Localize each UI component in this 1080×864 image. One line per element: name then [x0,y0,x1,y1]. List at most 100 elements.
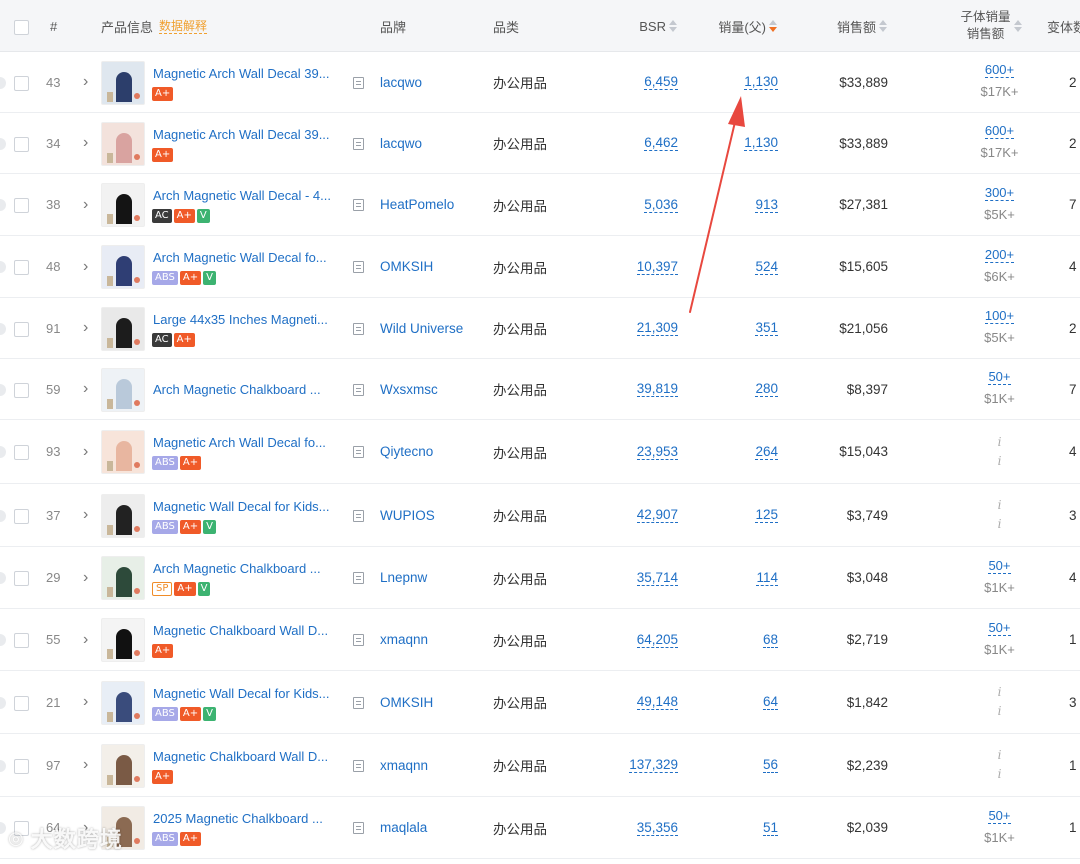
row-checkbox[interactable] [14,571,29,586]
sales-volume-link[interactable]: 351 [755,320,778,336]
row-checkbox[interactable] [14,260,29,275]
table-row[interactable]: 21 › Magnetic Wall Decal for Kids... ABS… [0,671,1080,734]
row-checkbox[interactable] [14,695,29,711]
sort-desc-icon[interactable] [769,20,777,32]
bsr-link[interactable]: 64,205 [636,632,678,648]
child-sales-volume[interactable]: 600+ [984,63,1015,78]
sales-volume-cell[interactable]: 56 [700,734,778,796]
row-checkbox[interactable] [14,75,29,91]
product-title-link[interactable]: Large 44x35 Inches Magneti... [153,312,328,327]
sales-volume-link[interactable]: 68 [762,632,778,648]
info-icon[interactable]: i [998,765,1002,784]
product-title-link[interactable]: Arch Magnetic Chalkboard ... [153,382,321,397]
table-row[interactable]: 34 › Magnetic Arch Wall Decal 39... A+ l… [0,113,1080,174]
info-icon[interactable]: i [998,433,1002,452]
info-icon[interactable]: i [998,496,1002,515]
product-thumbnail[interactable] [101,556,145,600]
row-checkbox[interactable] [14,758,29,774]
bsr-link[interactable]: 6,459 [644,74,678,90]
bsr-link[interactable]: 137,329 [629,757,678,773]
bsr-link[interactable]: 49,148 [636,694,678,710]
sales-volume-link[interactable]: 280 [755,381,778,397]
bsr-cell[interactable]: 35,714 [600,547,678,608]
product-title-link[interactable]: Arch Magnetic Chalkboard ... [153,561,321,576]
brand-cell[interactable]: lacqwo [380,113,422,173]
chevron-right-icon[interactable]: › [83,693,88,711]
product-title-link[interactable]: Magnetic Chalkboard Wall D... [153,749,328,764]
document-icon[interactable] [353,509,364,522]
chevron-right-icon[interactable]: › [83,631,88,649]
product-thumbnail[interactable] [101,680,145,725]
table-row[interactable]: 64 › 2025 Magnetic Chalkboard ... ABS A+ … [0,797,1080,859]
brand-link[interactable]: WUPIOS [380,508,435,523]
info-icon[interactable]: i [998,746,1002,765]
bsr-cell[interactable]: 21,309 [600,298,678,358]
info-icon[interactable]: i [998,702,1002,721]
chevron-right-icon[interactable]: › [83,380,88,398]
sales-volume-cell[interactable]: 64 [700,671,778,733]
sales-volume-cell[interactable]: 351 [700,298,778,358]
brand-cell[interactable]: lacqwo [380,52,422,112]
sales-volume-link[interactable]: 524 [755,259,778,275]
document-icon[interactable] [353,137,364,150]
info-icon[interactable]: i [998,515,1002,534]
sales-volume-cell[interactable]: 524 [700,236,778,297]
product-title-link[interactable]: Arch Magnetic Wall Decal fo... [153,250,327,265]
product-title-link[interactable]: Magnetic Chalkboard Wall D... [153,623,328,638]
table-row[interactable]: 37 › Magnetic Wall Decal for Kids... ABS… [0,484,1080,547]
bsr-cell[interactable]: 6,462 [600,113,678,173]
bsr-cell[interactable]: 5,036 [600,174,678,235]
sales-volume-cell[interactable]: 125 [700,484,778,546]
child-sales-volume[interactable]: 200+ [984,247,1015,263]
product-title-link[interactable]: Magnetic Wall Decal for Kids... [153,686,330,701]
bsr-cell[interactable]: 23,953 [600,420,678,483]
expand-cell[interactable]: › [83,113,88,173]
bsr-cell[interactable]: 137,329 [600,734,678,796]
row-checkbox[interactable] [14,508,29,524]
expand-cell[interactable]: › [83,547,88,608]
brand-cell[interactable]: Wxsxmsc [380,359,438,419]
chevron-right-icon[interactable]: › [83,569,88,587]
child-sales-volume[interactable]: 50+ [988,370,1011,385]
document-icon[interactable] [353,572,364,584]
brand-link[interactable]: lacqwo [380,75,422,90]
chevron-right-icon[interactable]: › [83,134,88,152]
document-icon[interactable] [353,822,364,834]
expand-cell[interactable]: › [83,671,88,733]
sales-volume-cell[interactable]: 264 [700,420,778,483]
sales-volume-header[interactable]: 销量(父) [700,0,777,52]
expand-cell[interactable]: › [83,298,88,358]
bsr-cell[interactable]: 35,356 [600,797,678,858]
sales-volume-cell[interactable]: 114 [700,547,778,608]
sort-icon[interactable] [879,20,887,32]
brand-link[interactable]: Qiytecno [380,444,433,459]
product-thumbnail[interactable] [101,306,145,351]
data-explain-link[interactable]: 数据解释 [159,19,208,34]
chevron-right-icon[interactable]: › [83,196,88,214]
bsr-link[interactable]: 6,462 [644,135,678,151]
brand-link[interactable]: xmaqnn [380,632,428,647]
sales-volume-cell[interactable]: 913 [700,174,778,235]
document-icon[interactable] [353,261,364,273]
brand-cell[interactable]: OMKSIH [380,671,433,733]
chevron-right-icon[interactable]: › [83,73,88,91]
brand-cell[interactable]: HeatPomelo [380,174,454,235]
chevron-right-icon[interactable]: › [83,319,88,337]
bsr-link[interactable]: 10,397 [636,259,678,275]
brand-link[interactable]: lacqwo [380,136,422,151]
table-row[interactable]: 93 › Magnetic Arch Wall Decal fo... ABS A… [0,420,1080,484]
table-row[interactable]: 48 › Arch Magnetic Wall Decal fo... ABS A… [0,236,1080,298]
brand-link[interactable]: OMKSIH [380,259,433,274]
bsr-link[interactable]: 35,356 [636,820,678,836]
sales-volume-cell[interactable]: 1,130 [700,113,778,173]
bsr-cell[interactable]: 39,819 [600,359,678,419]
product-thumbnail[interactable] [101,367,145,412]
product-title-link[interactable]: Magnetic Arch Wall Decal fo... [153,435,326,450]
bsr-link[interactable]: 39,819 [636,381,678,397]
table-row[interactable]: 43 › Magnetic Arch Wall Decal 39... A+ l… [0,52,1080,113]
product-title-link[interactable]: Magnetic Arch Wall Decal 39... [153,127,330,142]
brand-link[interactable]: Lnepnw [380,570,427,585]
sort-icon[interactable] [669,20,677,32]
chevron-right-icon[interactable]: › [83,258,88,276]
product-thumbnail[interactable] [101,121,145,166]
